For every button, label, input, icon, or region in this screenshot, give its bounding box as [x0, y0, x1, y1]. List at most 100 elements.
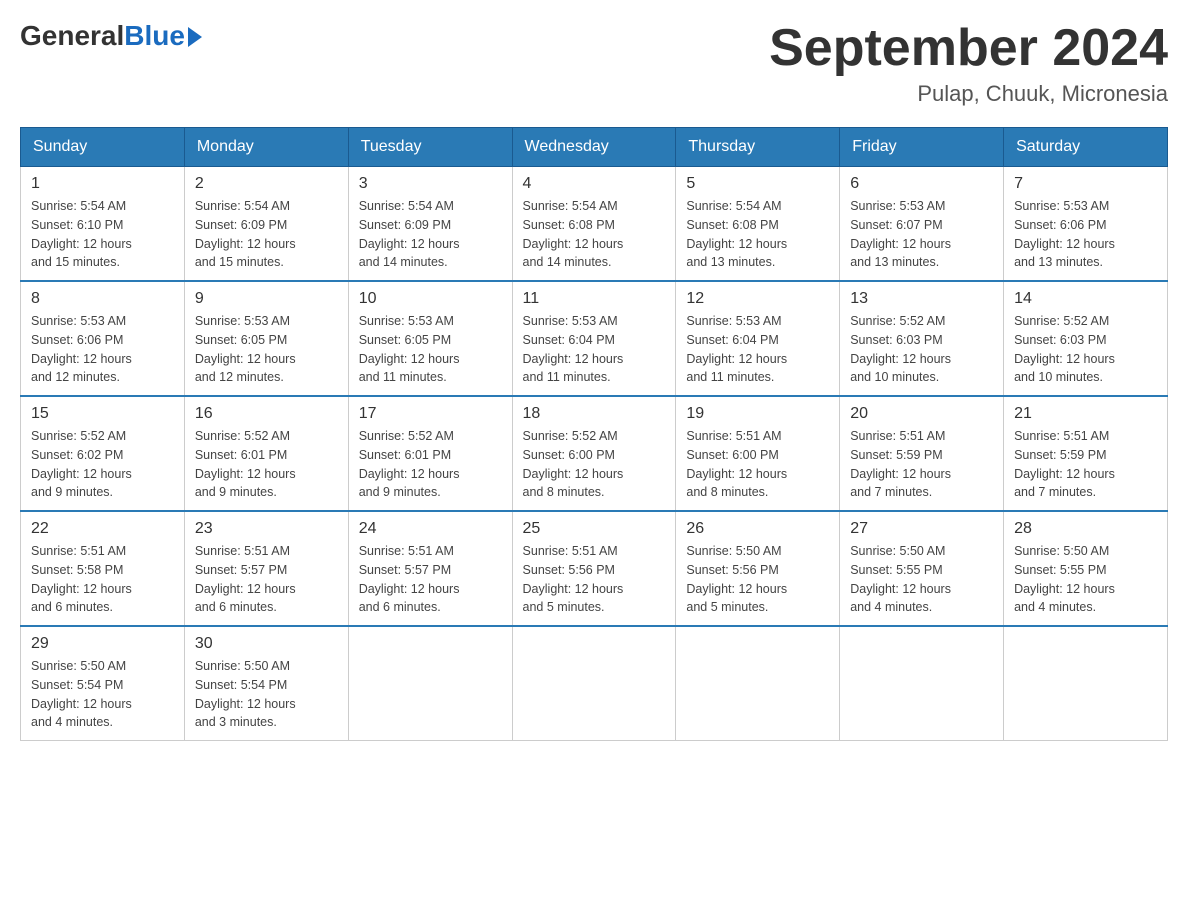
- calendar-cell: 4 Sunrise: 5:54 AMSunset: 6:08 PMDaylight…: [512, 167, 676, 282]
- day-number: 24: [359, 520, 502, 538]
- day-info: Sunrise: 5:51 AMSunset: 5:58 PMDaylight:…: [31, 542, 174, 617]
- day-info: Sunrise: 5:51 AMSunset: 5:57 PMDaylight:…: [359, 542, 502, 617]
- day-number: 4: [523, 175, 666, 193]
- calendar-cell: 12 Sunrise: 5:53 AMSunset: 6:04 PMDayligh…: [676, 281, 840, 396]
- weekday-header-tuesday: Tuesday: [348, 128, 512, 167]
- day-info: Sunrise: 5:53 AMSunset: 6:06 PMDaylight:…: [1014, 197, 1157, 272]
- calendar-cell: 20 Sunrise: 5:51 AMSunset: 5:59 PMDayligh…: [840, 396, 1004, 511]
- day-info: Sunrise: 5:50 AMSunset: 5:54 PMDaylight:…: [31, 657, 174, 732]
- week-row-4: 22 Sunrise: 5:51 AMSunset: 5:58 PMDayligh…: [21, 511, 1168, 626]
- day-number: 13: [850, 290, 993, 308]
- day-number: 2: [195, 175, 338, 193]
- calendar-cell: 6 Sunrise: 5:53 AMSunset: 6:07 PMDaylight…: [840, 167, 1004, 282]
- calendar-cell: 11 Sunrise: 5:53 AMSunset: 6:04 PMDayligh…: [512, 281, 676, 396]
- day-info: Sunrise: 5:53 AMSunset: 6:05 PMDaylight:…: [195, 312, 338, 387]
- day-number: 19: [686, 405, 829, 423]
- logo: General Blue: [20, 20, 202, 52]
- day-number: 1: [31, 175, 174, 193]
- day-number: 5: [686, 175, 829, 193]
- day-number: 12: [686, 290, 829, 308]
- weekday-header-monday: Monday: [184, 128, 348, 167]
- day-info: Sunrise: 5:53 AMSunset: 6:07 PMDaylight:…: [850, 197, 993, 272]
- calendar-cell: 9 Sunrise: 5:53 AMSunset: 6:05 PMDaylight…: [184, 281, 348, 396]
- week-row-3: 15 Sunrise: 5:52 AMSunset: 6:02 PMDayligh…: [21, 396, 1168, 511]
- day-number: 26: [686, 520, 829, 538]
- calendar-cell: 1Sunrise: 5:54 AMSunset: 6:10 PMDaylight…: [21, 167, 185, 282]
- page-header: General Blue September 2024 Pulap, Chuuk…: [20, 20, 1168, 107]
- day-info: Sunrise: 5:54 AMSunset: 6:09 PMDaylight:…: [359, 197, 502, 272]
- day-info: Sunrise: 5:53 AMSunset: 6:06 PMDaylight:…: [31, 312, 174, 387]
- day-number: 16: [195, 405, 338, 423]
- calendar-cell: 28 Sunrise: 5:50 AMSunset: 5:55 PMDayligh…: [1004, 511, 1168, 626]
- day-number: 6: [850, 175, 993, 193]
- calendar-cell: 24 Sunrise: 5:51 AMSunset: 5:57 PMDayligh…: [348, 511, 512, 626]
- day-number: 30: [195, 635, 338, 653]
- day-info: Sunrise: 5:52 AMSunset: 6:02 PMDaylight:…: [31, 427, 174, 502]
- week-row-5: 29 Sunrise: 5:50 AMSunset: 5:54 PMDayligh…: [21, 626, 1168, 741]
- day-number: 22: [31, 520, 174, 538]
- day-info: Sunrise: 5:51 AMSunset: 5:59 PMDaylight:…: [850, 427, 993, 502]
- calendar-cell: 10 Sunrise: 5:53 AMSunset: 6:05 PMDayligh…: [348, 281, 512, 396]
- weekday-header-saturday: Saturday: [1004, 128, 1168, 167]
- calendar-cell: 15 Sunrise: 5:52 AMSunset: 6:02 PMDayligh…: [21, 396, 185, 511]
- calendar-cell: 18Sunrise: 5:52 AMSunset: 6:00 PMDayligh…: [512, 396, 676, 511]
- logo-arrow-icon: [188, 27, 202, 47]
- calendar-cell: 23Sunrise: 5:51 AMSunset: 5:57 PMDayligh…: [184, 511, 348, 626]
- weekday-header-wednesday: Wednesday: [512, 128, 676, 167]
- calendar-cell: [840, 626, 1004, 741]
- day-number: 20: [850, 405, 993, 423]
- day-number: 23: [195, 520, 338, 538]
- calendar-cell: [348, 626, 512, 741]
- day-info: Sunrise: 5:52 AMSunset: 6:03 PMDaylight:…: [850, 312, 993, 387]
- day-number: 9: [195, 290, 338, 308]
- day-number: 27: [850, 520, 993, 538]
- calendar-cell: 17Sunrise: 5:52 AMSunset: 6:01 PMDayligh…: [348, 396, 512, 511]
- day-info: Sunrise: 5:54 AMSunset: 6:08 PMDaylight:…: [523, 197, 666, 272]
- calendar-cell: 27 Sunrise: 5:50 AMSunset: 5:55 PMDayligh…: [840, 511, 1004, 626]
- day-number: 7: [1014, 175, 1157, 193]
- day-info: Sunrise: 5:50 AMSunset: 5:55 PMDaylight:…: [850, 542, 993, 617]
- day-number: 28: [1014, 520, 1157, 538]
- calendar-cell: 13 Sunrise: 5:52 AMSunset: 6:03 PMDayligh…: [840, 281, 1004, 396]
- day-info: Sunrise: 5:51 AMSunset: 6:00 PMDaylight:…: [686, 427, 829, 502]
- day-info: Sunrise: 5:53 AMSunset: 6:04 PMDaylight:…: [523, 312, 666, 387]
- day-number: 29: [31, 635, 174, 653]
- calendar-cell: 19 Sunrise: 5:51 AMSunset: 6:00 PMDayligh…: [676, 396, 840, 511]
- day-number: 15: [31, 405, 174, 423]
- location-subtitle: Pulap, Chuuk, Micronesia: [769, 81, 1168, 107]
- day-number: 25: [523, 520, 666, 538]
- day-info: Sunrise: 5:50 AMSunset: 5:55 PMDaylight:…: [1014, 542, 1157, 617]
- day-info: Sunrise: 5:54 AMSunset: 6:08 PMDaylight:…: [686, 197, 829, 272]
- calendar-cell: 26 Sunrise: 5:50 AMSunset: 5:56 PMDayligh…: [676, 511, 840, 626]
- day-info: Sunrise: 5:52 AMSunset: 6:01 PMDaylight:…: [359, 427, 502, 502]
- calendar-cell: 16Sunrise: 5:52 AMSunset: 6:01 PMDayligh…: [184, 396, 348, 511]
- day-number: 21: [1014, 405, 1157, 423]
- calendar-cell: 22 Sunrise: 5:51 AMSunset: 5:58 PMDayligh…: [21, 511, 185, 626]
- day-info: Sunrise: 5:50 AMSunset: 5:56 PMDaylight:…: [686, 542, 829, 617]
- calendar-cell: 7 Sunrise: 5:53 AMSunset: 6:06 PMDaylight…: [1004, 167, 1168, 282]
- calendar-cell: 29 Sunrise: 5:50 AMSunset: 5:54 PMDayligh…: [21, 626, 185, 741]
- day-info: Sunrise: 5:53 AMSunset: 6:04 PMDaylight:…: [686, 312, 829, 387]
- day-info: Sunrise: 5:53 AMSunset: 6:05 PMDaylight:…: [359, 312, 502, 387]
- day-number: 10: [359, 290, 502, 308]
- calendar-cell: 8 Sunrise: 5:53 AMSunset: 6:06 PMDaylight…: [21, 281, 185, 396]
- day-info: Sunrise: 5:50 AMSunset: 5:54 PMDaylight:…: [195, 657, 338, 732]
- logo-blue-container: Blue: [124, 20, 202, 52]
- calendar-cell: [1004, 626, 1168, 741]
- day-number: 11: [523, 290, 666, 308]
- calendar-cell: 25Sunrise: 5:51 AMSunset: 5:56 PMDayligh…: [512, 511, 676, 626]
- weekday-header-thursday: Thursday: [676, 128, 840, 167]
- day-info: Sunrise: 5:52 AMSunset: 6:03 PMDaylight:…: [1014, 312, 1157, 387]
- day-info: Sunrise: 5:54 AMSunset: 6:09 PMDaylight:…: [195, 197, 338, 272]
- logo-blue-text: Blue: [124, 20, 185, 52]
- calendar-cell: 3Sunrise: 5:54 AMSunset: 6:09 PMDaylight…: [348, 167, 512, 282]
- title-section: September 2024 Pulap, Chuuk, Micronesia: [769, 20, 1168, 107]
- weekday-header-sunday: Sunday: [21, 128, 185, 167]
- week-row-1: 1Sunrise: 5:54 AMSunset: 6:10 PMDaylight…: [21, 167, 1168, 282]
- day-number: 8: [31, 290, 174, 308]
- logo-general-text: General: [20, 20, 124, 52]
- calendar-cell: [512, 626, 676, 741]
- day-info: Sunrise: 5:52 AMSunset: 6:00 PMDaylight:…: [523, 427, 666, 502]
- calendar-cell: [676, 626, 840, 741]
- calendar-table: SundayMondayTuesdayWednesdayThursdayFrid…: [20, 127, 1168, 741]
